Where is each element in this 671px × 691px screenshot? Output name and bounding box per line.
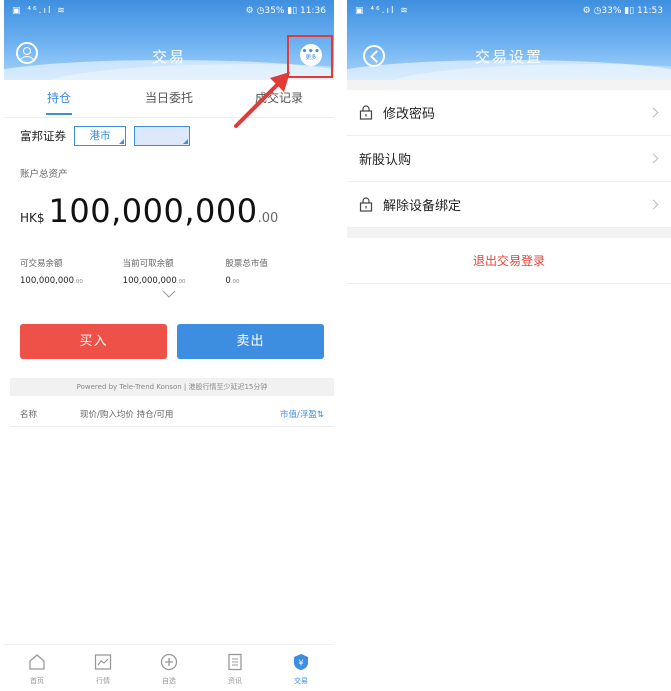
- status-right: ⚙ ◷33% ▮▯ 11:53: [582, 6, 663, 16]
- stats-row: 可交易余额 100,000,000.00 当前可取余额 100,000,000.…: [20, 257, 328, 286]
- powered-by-notice: Powered by Tele-Trend Konson | 港股行情至少延迟1…: [10, 378, 334, 396]
- sell-button[interactable]: 卖出: [177, 324, 324, 359]
- account-select[interactable]: [134, 126, 190, 146]
- col-market-value-sort[interactable]: 市值/浮盈⇅: [280, 408, 324, 420]
- status-bar: ▣ ⁴⁶.ıl ≋ ⚙ ◷35% ▮▯ 11:36: [12, 4, 326, 18]
- trade-screen: ▣ ⁴⁶.ıl ≋ ⚙ ◷35% ▮▯ 11:36 交易 ••• 更多 持仓 当…: [4, 0, 334, 691]
- lock-icon: [359, 105, 373, 120]
- stat-value: 100,000,000.00: [20, 276, 83, 286]
- nav-news[interactable]: 资讯: [202, 645, 268, 691]
- broker-name: 富邦证券: [20, 129, 66, 143]
- status-bar: ▣ ⁴⁶.ıl ≋ ⚙ ◷33% ▮▯ 11:53: [355, 4, 663, 18]
- status-left: ▣ ⁴⁶.ıl ≋: [12, 6, 67, 16]
- asset-value: HK$ 100,000,000 .00: [20, 192, 278, 230]
- tab-today-orders[interactable]: 当日委托: [114, 80, 224, 117]
- stat-tradable: 可交易余额 100,000,000.00: [20, 257, 123, 286]
- header-bar: ▣ ⁴⁶.ıl ≋ ⚙ ◷33% ▮▯ 11:53 交易设置: [347, 0, 671, 80]
- broker-row: 富邦证券 港市: [20, 124, 190, 148]
- stat-withdrawable: 当前可取余额 100,000,000.00: [123, 257, 226, 286]
- trade-icon: ¥: [294, 654, 308, 670]
- change-password-item[interactable]: 修改密码: [347, 90, 671, 136]
- home-icon: [29, 654, 45, 670]
- unbind-device-item[interactable]: 解除设备绑定: [347, 182, 671, 228]
- logout-button[interactable]: 退出交易登录: [347, 238, 671, 284]
- header-bar: ▣ ⁴⁶.ıl ≋ ⚙ ◷35% ▮▯ 11:36 交易 ••• 更多: [4, 0, 334, 80]
- chevron-down-icon[interactable]: [162, 290, 176, 298]
- stat-value: 0.00: [225, 276, 240, 286]
- trade-settings-screen: ▣ ⁴⁶.ıl ≋ ⚙ ◷33% ▮▯ 11:53 交易设置 修改密码 新股认购…: [347, 0, 671, 691]
- status-left: ▣ ⁴⁶.ıl ≋: [355, 6, 410, 16]
- nav-home[interactable]: 首页: [4, 645, 70, 691]
- page-title: 交易设置: [474, 48, 543, 66]
- stat-market-value: 股票总市值 0.00: [225, 257, 328, 286]
- holdings-list-header: 名称 现价/购入均价 持仓/可用 市值/浮盈⇅: [20, 404, 324, 424]
- stat-label: 可交易余额: [20, 259, 63, 269]
- col-price-position: 现价/购入均价 持仓/可用: [80, 410, 174, 420]
- asset-decimal: .00: [257, 211, 279, 226]
- svg-text:¥: ¥: [298, 659, 303, 668]
- buy-button[interactable]: 买入: [20, 324, 167, 359]
- bottom-nav: 首页 行情 自选 资讯 ¥ 交易: [4, 644, 334, 691]
- news-icon: [228, 653, 242, 671]
- ipo-subscription-label: 新股认购: [359, 153, 412, 168]
- stat-label: 股票总市值: [225, 259, 268, 269]
- ipo-subscription-item[interactable]: 新股认购: [347, 136, 671, 182]
- page-title: 交易: [151, 48, 186, 66]
- status-right: ⚙ ◷35% ▮▯ 11:36: [245, 6, 326, 16]
- asset-label: 账户总资产: [20, 169, 68, 180]
- nav-trade[interactable]: ¥ 交易: [268, 645, 334, 691]
- asset-currency: HK$: [20, 211, 45, 225]
- market-select[interactable]: 港市: [74, 126, 126, 146]
- chart-icon: [94, 654, 112, 670]
- chevron-right-icon: [648, 153, 659, 164]
- chevron-right-icon: [648, 199, 659, 210]
- pointer-arrow-icon: [234, 72, 290, 128]
- stat-label: 当前可取余额: [122, 259, 174, 269]
- nav-watchlist[interactable]: 自选: [136, 645, 202, 691]
- nav-market[interactable]: 行情: [70, 645, 136, 691]
- stat-value: 100,000,000.00: [122, 276, 186, 286]
- chevron-right-icon: [648, 107, 659, 118]
- col-name: 名称: [20, 410, 38, 420]
- unbind-device-label: 解除设备绑定: [383, 199, 462, 214]
- tab-holdings[interactable]: 持仓: [4, 80, 114, 117]
- plus-circle-icon: [160, 653, 178, 671]
- asset-integer: 100,000,000: [48, 192, 258, 230]
- lock-icon: [359, 197, 373, 212]
- change-password-label: 修改密码: [383, 107, 436, 122]
